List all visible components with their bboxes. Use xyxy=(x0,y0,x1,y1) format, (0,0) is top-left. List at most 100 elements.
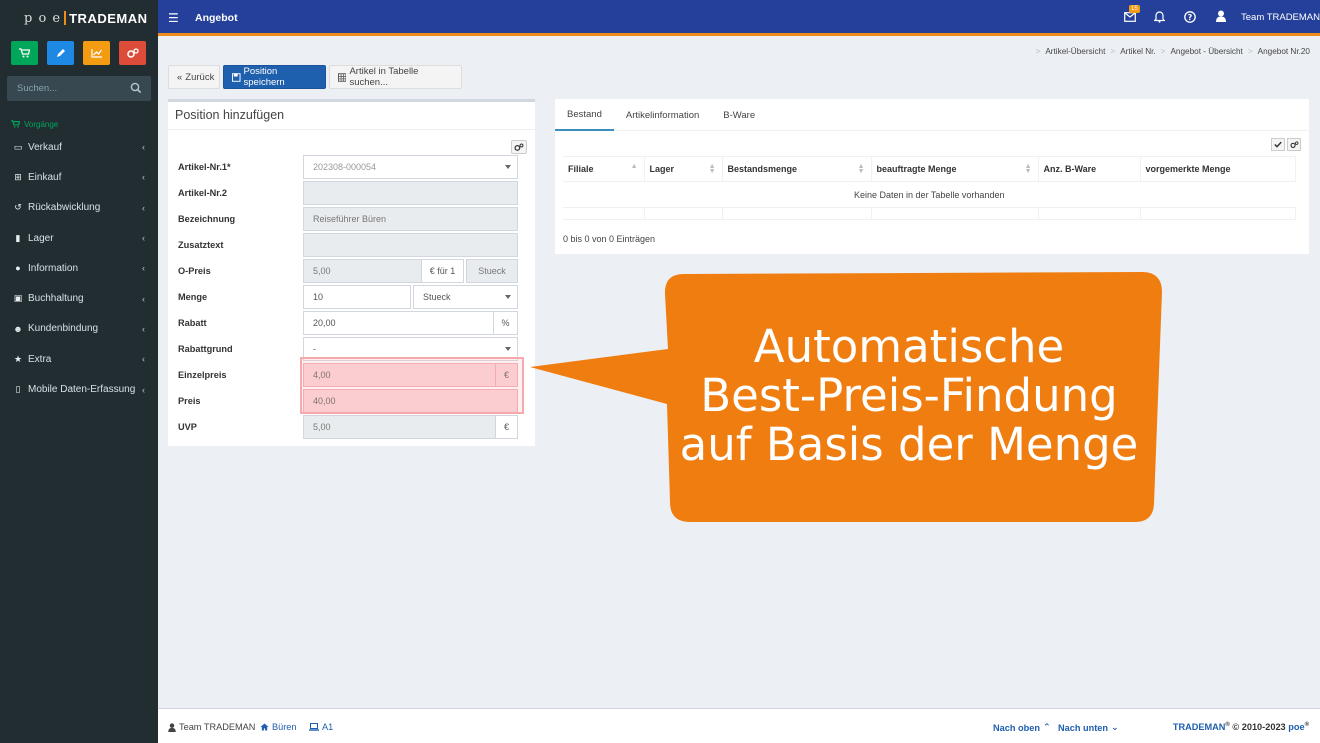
chevron-left-icon: ‹ xyxy=(142,323,145,334)
double-chevron-up-icon: ⌃ xyxy=(1042,722,1051,732)
tab-artikelinformation[interactable]: Artikelinformation xyxy=(614,99,711,131)
quick-chart-button[interactable] xyxy=(83,41,110,65)
sidebar-item-lager[interactable]: ▮ Lager ‹ xyxy=(0,223,158,253)
breadcrumb: > Artikel-Übersicht > Artikel Nr. > Ange… xyxy=(1031,47,1310,56)
registered-mark: ® xyxy=(1304,722,1309,728)
sidebar-item-extra[interactable]: ★ Extra ‹ xyxy=(0,344,158,374)
column-header-anz-b-ware[interactable]: Anz. B-Ware xyxy=(1038,156,1141,182)
euro-sign: € xyxy=(503,422,509,432)
rabattgrund-value: - xyxy=(313,344,316,354)
info-icon: ● xyxy=(15,263,21,274)
sidebar-item-information[interactable]: ● Information ‹ xyxy=(0,253,158,283)
column-header-vorgemerkte-menge[interactable]: vorgemerkte Menge xyxy=(1140,156,1296,182)
scroll-top-link[interactable]: Nach oben ⌃ xyxy=(993,722,1051,733)
column-header-lager[interactable]: Lager ▲ ▼ xyxy=(644,156,723,182)
footer-workstation-label: A1 xyxy=(322,722,334,732)
column-header-bestandsmenge[interactable]: Bestandsmenge ▲ ▼ xyxy=(722,156,872,182)
logo-brand: TRADEMAN xyxy=(69,10,148,26)
column-label: Bestandsmenge xyxy=(727,164,798,174)
panel-title: Position hinzufügen xyxy=(175,108,285,122)
artikel-nr1-select[interactable]: 202308-000054 xyxy=(303,155,518,179)
rabattgrund-label: Rabattgrund xyxy=(178,344,233,354)
quick-edit-button[interactable] xyxy=(47,41,74,65)
user-icon[interactable] xyxy=(1216,10,1226,22)
chevron-left-icon: ‹ xyxy=(142,384,145,395)
search-in-table-button[interactable]: Artikel in Tabelle suchen... xyxy=(329,65,462,89)
uvp-field: 5,00 xyxy=(303,415,496,439)
menu-toggle-icon[interactable]: ☰ xyxy=(168,11,179,25)
chevron-left-icon: ‹ xyxy=(142,142,145,153)
bell-icon[interactable] xyxy=(1154,11,1165,23)
column-label: Anz. B-Ware xyxy=(1043,164,1097,174)
breadcrumb-item[interactable]: Artikel Nr. xyxy=(1120,47,1155,56)
breadcrumb-item[interactable]: Angebot - Übersicht xyxy=(1170,47,1242,56)
sidebar-item-rueckabwicklung[interactable]: ↺ Rückabwicklung ‹ xyxy=(0,193,158,223)
column-label: vorgemerkte Menge xyxy=(1145,164,1231,174)
sidebar-item-label: Extra xyxy=(28,353,52,365)
sidebar-item-label: Rückabwicklung xyxy=(28,202,101,214)
footer-user: Team TRADEMAN xyxy=(168,722,255,732)
help-icon[interactable]: ? xyxy=(1184,11,1196,23)
save-position-button[interactable]: Position speichern xyxy=(223,65,326,89)
opreis-unit-value: Stueck xyxy=(478,266,506,276)
table-info: 0 bis 0 von 0 Einträgen xyxy=(563,234,656,244)
confirm-button[interactable] xyxy=(1271,138,1285,151)
row-opreis: O-Preis 5,00 € für 1 Stueck xyxy=(168,259,535,283)
caret-down-icon xyxy=(505,347,511,351)
sort-icon: ▲ ▼ xyxy=(1024,163,1032,175)
chevron-left-icon: ‹ xyxy=(142,354,145,365)
einzelpreis-input[interactable]: 4,00 xyxy=(303,363,496,387)
tab-bestand[interactable]: Bestand xyxy=(555,99,614,131)
footer-location[interactable]: Büren xyxy=(260,722,297,732)
page-title: Angebot xyxy=(195,12,238,24)
stock-table: Filiale ▲ Lager ▲ ▼ Bestandsmenge ▲ ▼ beauftr… xyxy=(563,156,1296,220)
sidebar-item-label: Buchhaltung xyxy=(28,293,84,305)
quick-settings-button[interactable] xyxy=(119,41,146,65)
line-chart-icon xyxy=(90,49,102,58)
quick-cart-button[interactable] xyxy=(11,41,38,65)
mail-icon[interactable] xyxy=(1124,12,1136,22)
sidebar-item-buchhaltung[interactable]: ▣ Buchhaltung ‹ xyxy=(0,283,158,313)
double-chevron-left-icon: « xyxy=(177,71,183,83)
logo-separator xyxy=(64,11,67,25)
search-input[interactable] xyxy=(7,76,117,101)
user-name[interactable]: Team TRADEMAN xyxy=(1241,12,1320,23)
row-preis: Preis 40,00 xyxy=(168,389,535,413)
menge-unit-value: Stueck xyxy=(423,292,451,302)
sidebar-item-verkauf[interactable]: ▭ Verkauf ‹ xyxy=(0,132,158,162)
sidebar-item-kundenbindung[interactable]: ☻ Kundenbindung ‹ xyxy=(0,314,158,344)
footer-workstation[interactable]: A1 xyxy=(309,722,333,732)
column-header-filiale[interactable]: Filiale ▲ xyxy=(563,156,645,182)
artikel-nr2-label: Artikel-Nr.2 xyxy=(178,188,228,198)
caret-down-icon xyxy=(505,295,511,299)
svg-text:?: ? xyxy=(1188,13,1193,22)
table-settings-button[interactable] xyxy=(1287,138,1301,151)
floppy-icon xyxy=(232,72,241,82)
row-rabatt: Rabatt 20,00 % xyxy=(168,311,535,335)
logo[interactable]: p o e TRADEMAN xyxy=(0,0,158,36)
callout-line: Automatische xyxy=(753,320,1065,373)
back-label: Zurück xyxy=(185,71,215,83)
menge-input[interactable]: 10 xyxy=(303,285,411,309)
back-button[interactable]: «Zurück xyxy=(168,65,220,89)
search-icon[interactable] xyxy=(130,82,142,94)
sidebar-item-einkauf[interactable]: ⊞ Einkauf ‹ xyxy=(0,162,158,192)
tab-b-ware[interactable]: B-Ware xyxy=(711,99,767,131)
user-icon xyxy=(168,722,176,732)
row-einzelpreis: Einzelpreis 4,00 € xyxy=(168,363,535,387)
sidebar-item-mobile[interactable]: ▯ Mobile Daten-Erfassung ‹ xyxy=(0,374,158,404)
rabatt-input[interactable]: 20,00 xyxy=(303,311,494,335)
gears-icon xyxy=(1289,140,1298,148)
chevron-left-icon: ‹ xyxy=(142,233,145,244)
column-header-beauftragte-menge[interactable]: beauftragte Menge ▲ ▼ xyxy=(871,156,1039,182)
tab-label: B-Ware xyxy=(723,109,756,121)
stock-panel: Bestand Artikelinformation B-Ware Filial… xyxy=(555,99,1309,254)
breadcrumb-item[interactable]: Artikel-Übersicht xyxy=(1045,47,1105,56)
scroll-bottom-link[interactable]: Nach unten ⌄ xyxy=(1058,722,1119,733)
preis-input[interactable]: 40,00 xyxy=(303,389,518,413)
form-settings-button[interactable] xyxy=(511,140,527,154)
copyright-poe: poe xyxy=(1288,722,1305,733)
rabattgrund-select[interactable]: - xyxy=(303,337,518,361)
menge-unit-select[interactable]: Stueck xyxy=(413,285,518,309)
cart-icon: ⊞ xyxy=(14,171,22,182)
